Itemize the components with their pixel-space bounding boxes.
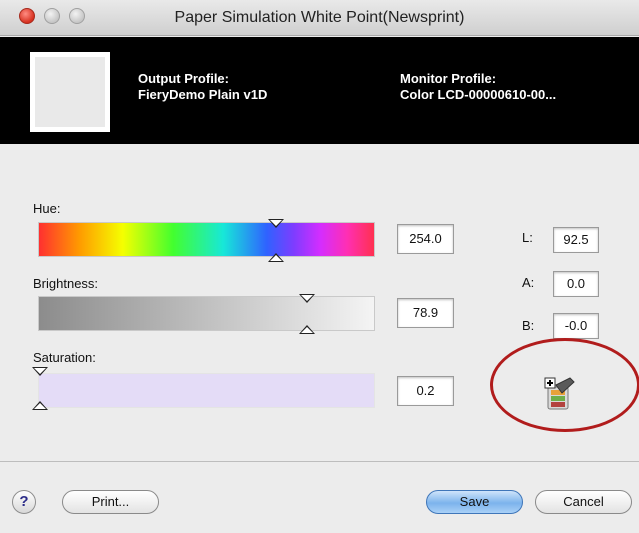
- title-bar[interactable]: Paper Simulation White Point(Newsprint): [0, 0, 639, 36]
- saturation-top-thumb[interactable]: [32, 367, 48, 376]
- window-title: Paper Simulation White Point(Newsprint): [174, 9, 465, 26]
- monitor-profile-block: Monitor Profile: Color LCD-00000610-00..…: [400, 71, 556, 103]
- profile-header: Output Profile: FieryDemo Plain v1D Moni…: [0, 37, 639, 144]
- highlight-ellipse: [490, 338, 639, 432]
- help-button[interactable]: ?: [12, 490, 36, 514]
- brightness-value-field[interactable]: 78.9: [397, 298, 454, 328]
- hue-label: Hue:: [33, 201, 61, 216]
- a-label: A:: [522, 275, 535, 290]
- saturation-value-field[interactable]: 0.2: [397, 376, 454, 406]
- saturation-slider-track[interactable]: [38, 373, 375, 408]
- l-label: L:: [522, 230, 533, 245]
- footer-divider: [0, 461, 639, 462]
- output-profile-value: FieryDemo Plain v1D: [138, 87, 268, 102]
- b-label: B:: [522, 318, 535, 333]
- saturation-bottom-thumb[interactable]: [32, 401, 48, 410]
- save-button[interactable]: Save: [426, 490, 523, 514]
- brightness-label: Brightness:: [33, 276, 99, 291]
- color-swatch: [30, 52, 110, 132]
- l-value-field[interactable]: 92.5: [553, 227, 599, 253]
- monitor-profile-value: Color LCD-00000610-00...: [400, 87, 557, 102]
- hue-bottom-thumb[interactable]: [268, 253, 284, 262]
- hue-slider-track[interactable]: [38, 222, 375, 257]
- output-profile-label: Output Profile:: [138, 71, 229, 86]
- brightness-bottom-thumb[interactable]: [299, 325, 315, 334]
- output-profile-block: Output Profile: FieryDemo Plain v1D: [138, 71, 267, 103]
- hue-top-thumb[interactable]: [268, 219, 284, 228]
- a-value-field[interactable]: 0.0: [553, 271, 599, 297]
- brightness-top-thumb[interactable]: [299, 294, 315, 303]
- hue-value-field[interactable]: 254.0: [397, 224, 454, 254]
- cancel-button[interactable]: Cancel: [535, 490, 632, 514]
- swatch-fill: [35, 57, 105, 127]
- monitor-profile-label: Monitor Profile:: [400, 71, 497, 86]
- print-button[interactable]: Print...: [62, 490, 159, 514]
- brightness-slider-track[interactable]: [38, 296, 375, 331]
- saturation-label: Saturation:: [33, 350, 96, 365]
- b-value-field[interactable]: -0.0: [553, 313, 599, 339]
- dialog-window: Paper Simulation White Point(Newsprint) …: [0, 0, 639, 533]
